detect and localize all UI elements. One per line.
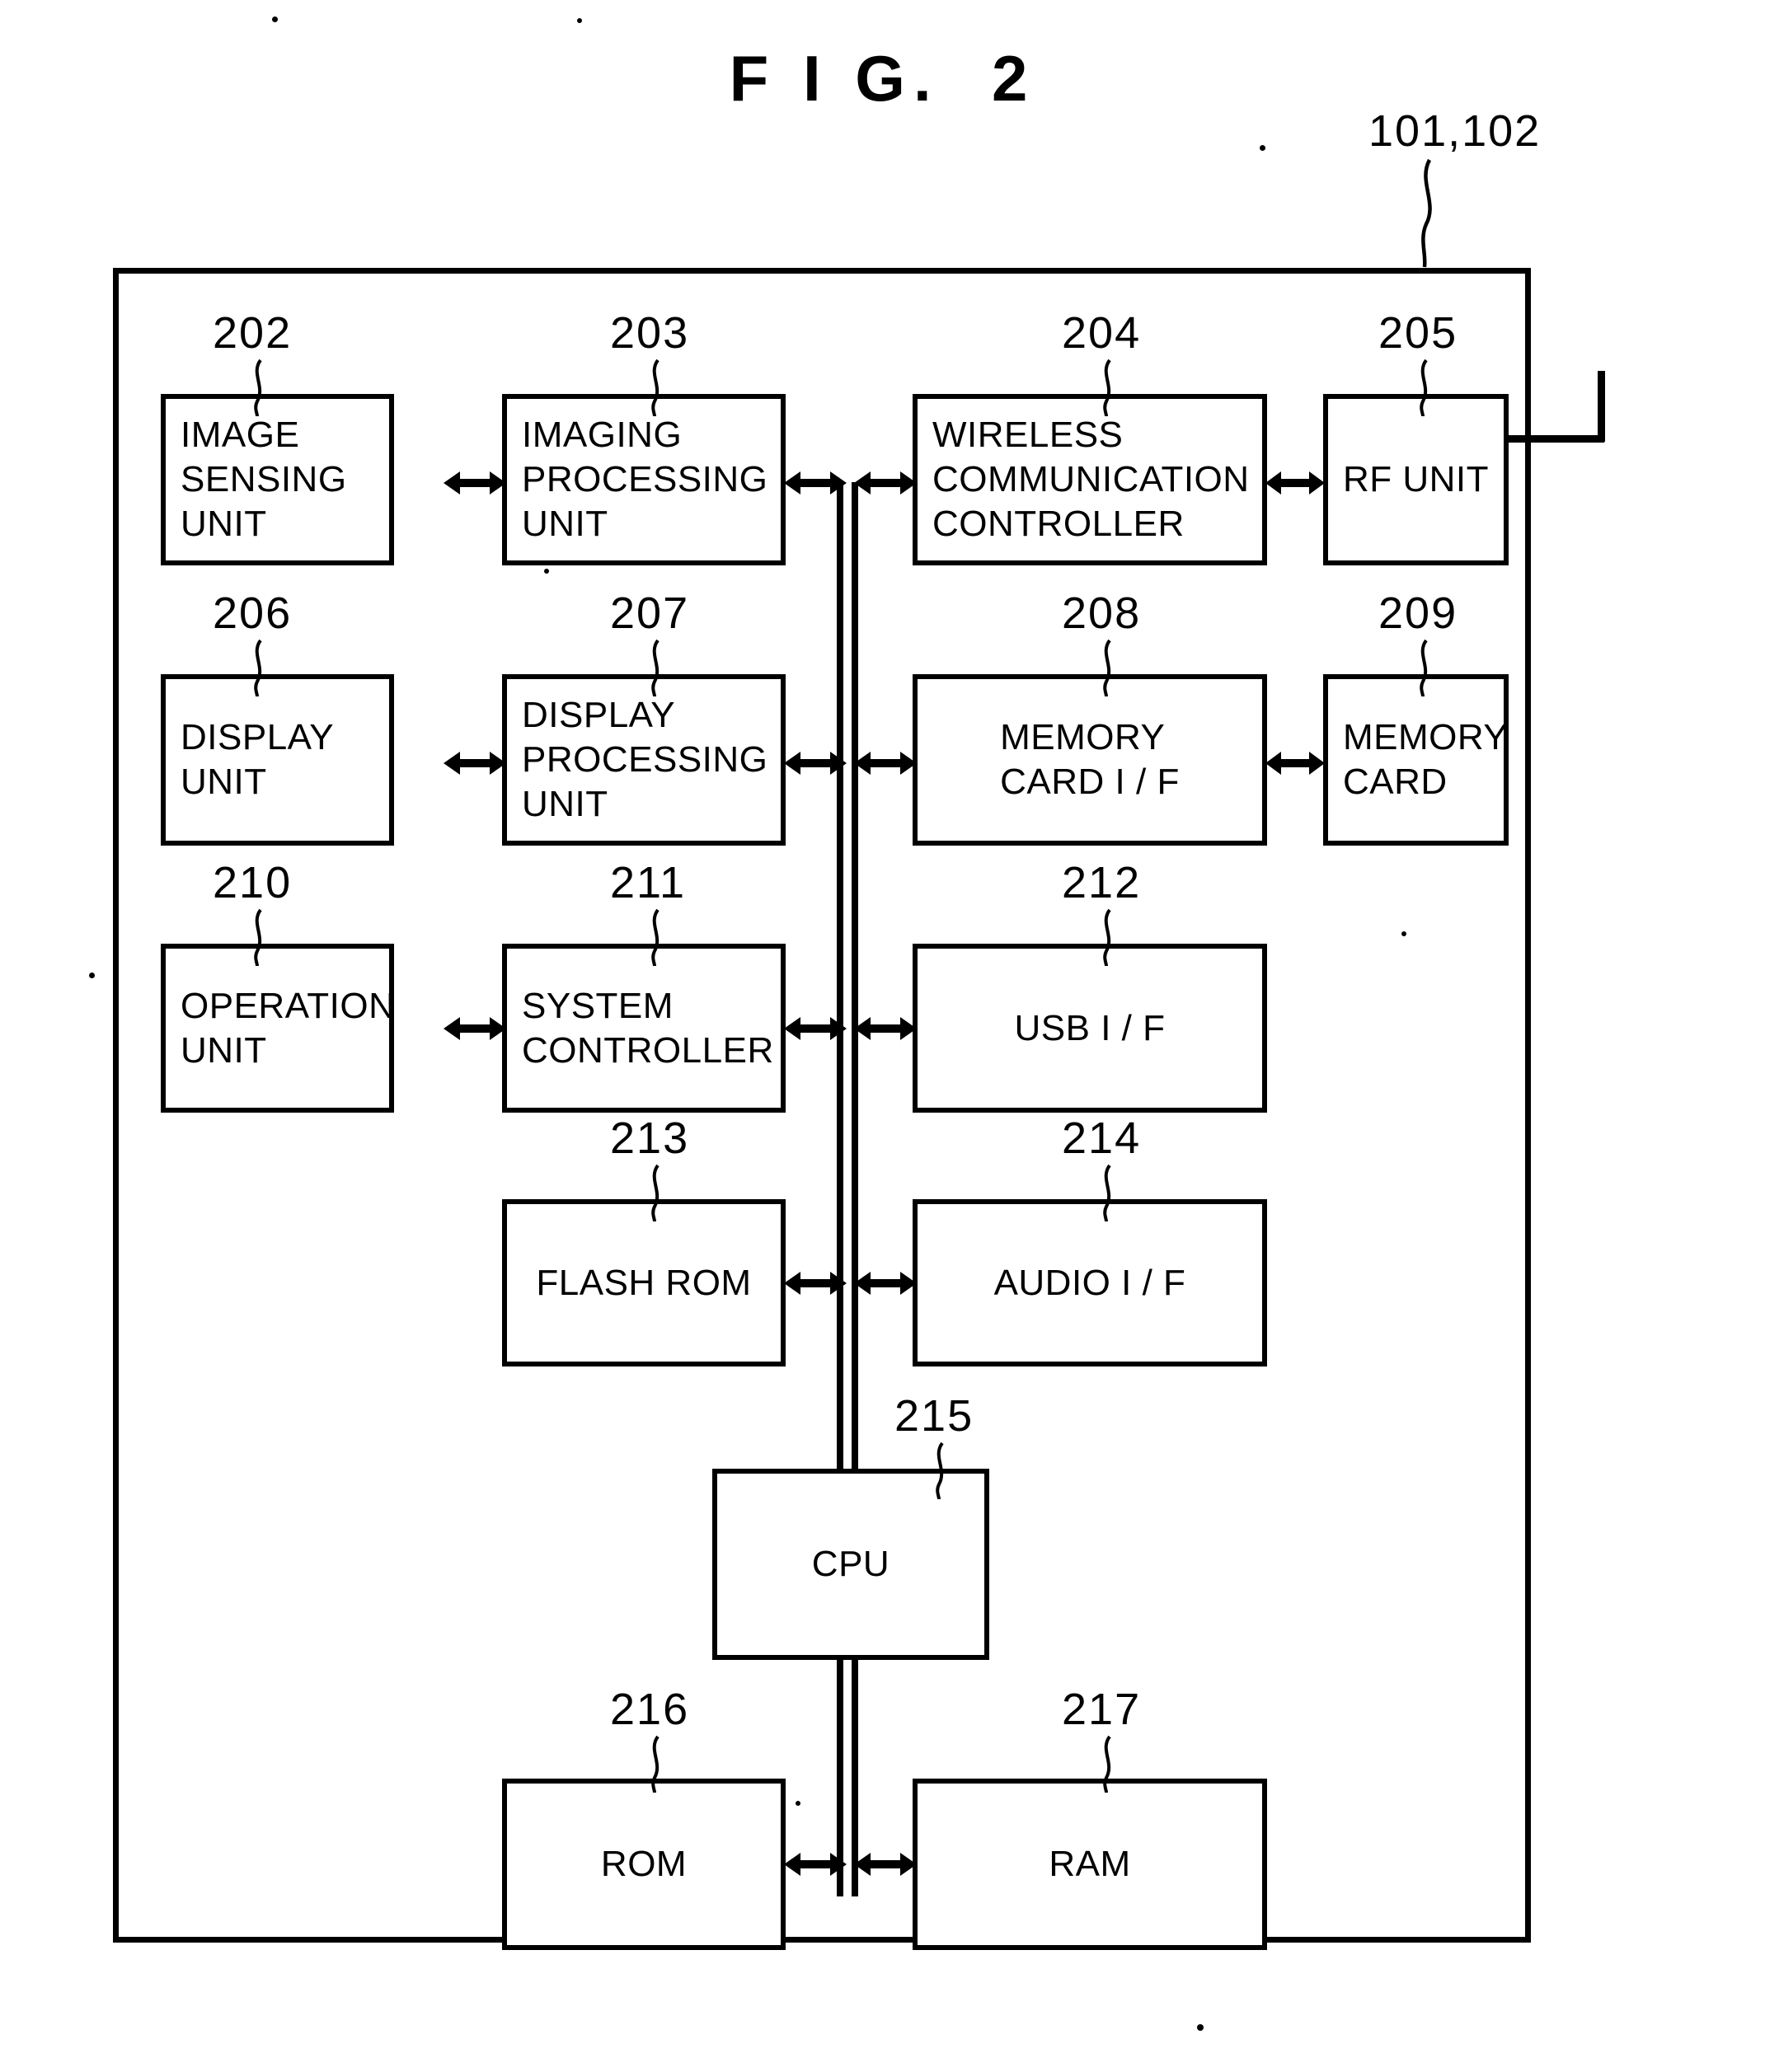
ref-label-206: 206 xyxy=(213,588,293,638)
block-memory-card[interactable]: MEMORY CARD xyxy=(1323,674,1509,846)
arrow-203-bus-icon xyxy=(784,471,847,495)
device-reference-leader-icon xyxy=(1421,158,1432,268)
arrow-211-bus-icon xyxy=(784,1017,847,1040)
arrow-204-205-icon xyxy=(1265,471,1325,495)
arrow-bus-204-icon xyxy=(854,471,917,495)
arrow-bus-214-icon xyxy=(854,1272,917,1295)
block-label: USB I / F xyxy=(1014,1007,1166,1048)
block-rom[interactable]: ROM xyxy=(502,1779,786,1950)
scan-speck xyxy=(272,16,278,22)
scan-speck xyxy=(796,1801,800,1806)
ref-label-203: 203 xyxy=(610,308,690,358)
scan-speck xyxy=(1260,145,1265,151)
arrow-208-209-icon xyxy=(1265,752,1325,775)
block-label: RAM xyxy=(1049,1844,1131,1885)
arrow-bus-208-icon xyxy=(854,752,917,775)
ref-label-204: 204 xyxy=(1062,308,1142,358)
block-display-unit[interactable]: DISPLAY UNIT xyxy=(161,674,394,846)
block-label: IMAGING PROCESSING UNIT xyxy=(522,415,768,544)
block-label: MEMORY CARD I / F xyxy=(1000,717,1180,802)
scan-speck xyxy=(1197,2024,1204,2031)
block-label: IMAGE SENSING UNIT xyxy=(181,415,347,544)
scan-speck xyxy=(1401,931,1406,936)
block-label: SYSTEM CONTROLLER xyxy=(522,985,774,1071)
ref-label-214: 214 xyxy=(1062,1113,1142,1163)
block-display-processing-unit[interactable]: DISPLAY PROCESSING UNIT xyxy=(502,674,786,846)
arrow-210-211-icon xyxy=(444,1017,506,1040)
antenna-vertical-segment xyxy=(1598,371,1605,442)
arrow-202-203-icon xyxy=(444,471,506,495)
arrow-bus-217-icon xyxy=(854,1853,917,1876)
block-system-controller[interactable]: SYSTEM CONTROLLER xyxy=(502,944,786,1113)
ref-label-202: 202 xyxy=(213,308,293,358)
block-operation-unit[interactable]: OPERATION UNIT xyxy=(161,944,396,1113)
system-bus-left-rail xyxy=(837,482,843,1896)
block-label: FLASH ROM xyxy=(536,1262,752,1303)
block-usb-interface[interactable]: USB I / F xyxy=(913,944,1267,1113)
arrow-213-bus-icon xyxy=(784,1272,847,1295)
arrow-216-bus-icon xyxy=(784,1853,847,1876)
ref-label-205: 205 xyxy=(1378,308,1458,358)
patent-figure-page: F I G. 2 101,102 202 IMAGE SENSING UNIT … xyxy=(0,0,1765,2072)
block-label: OPERATION UNIT xyxy=(181,985,396,1071)
block-imaging-processing-unit[interactable]: IMAGING PROCESSING UNIT xyxy=(502,394,786,565)
system-bus-right-rail xyxy=(852,482,858,1896)
block-ram[interactable]: RAM xyxy=(913,1779,1267,1950)
antenna-horizontal-segment xyxy=(1504,435,1604,443)
ref-label-215: 215 xyxy=(894,1391,974,1441)
ref-label-213: 213 xyxy=(610,1113,690,1163)
scan-speck xyxy=(577,18,582,23)
block-wireless-communication-controller[interactable]: WIRELESS COMMUNICATION CONTROLLER xyxy=(913,394,1267,565)
block-image-sensing-unit[interactable]: IMAGE SENSING UNIT xyxy=(161,394,394,565)
block-label: RF UNIT xyxy=(1343,459,1490,500)
ref-label-211: 211 xyxy=(610,858,687,907)
arrow-206-207-icon xyxy=(444,752,506,775)
ref-label-207: 207 xyxy=(610,588,690,638)
ref-label-212: 212 xyxy=(1062,858,1142,907)
block-label: ROM xyxy=(600,1844,688,1885)
ref-label-210: 210 xyxy=(213,858,293,907)
block-flash-rom[interactable]: FLASH ROM xyxy=(502,1199,786,1366)
block-label: CPU xyxy=(811,1544,890,1585)
block-cpu[interactable]: CPU xyxy=(712,1469,989,1660)
block-label: WIRELESS COMMUNICATION CONTROLLER xyxy=(932,415,1250,544)
block-memory-card-interface[interactable]: MEMORY CARD I / F xyxy=(913,674,1267,846)
block-label: AUDIO I / F xyxy=(993,1262,1186,1303)
scan-speck xyxy=(544,569,549,574)
ref-label-209: 209 xyxy=(1378,588,1458,638)
block-label: MEMORY CARD xyxy=(1343,717,1509,802)
block-audio-interface[interactable]: AUDIO I / F xyxy=(913,1199,1267,1366)
scan-speck xyxy=(89,973,95,978)
device-reference-label: 101,102 xyxy=(1368,106,1542,156)
arrow-207-bus-icon xyxy=(784,752,847,775)
ref-label-217: 217 xyxy=(1062,1685,1142,1734)
arrow-bus-212-icon xyxy=(854,1017,917,1040)
block-label: DISPLAY UNIT xyxy=(181,717,335,802)
block-rf-unit[interactable]: RF UNIT xyxy=(1323,394,1509,565)
ref-label-216: 216 xyxy=(610,1685,690,1734)
block-label: DISPLAY PROCESSING UNIT xyxy=(522,695,768,824)
ref-label-208: 208 xyxy=(1062,588,1142,638)
